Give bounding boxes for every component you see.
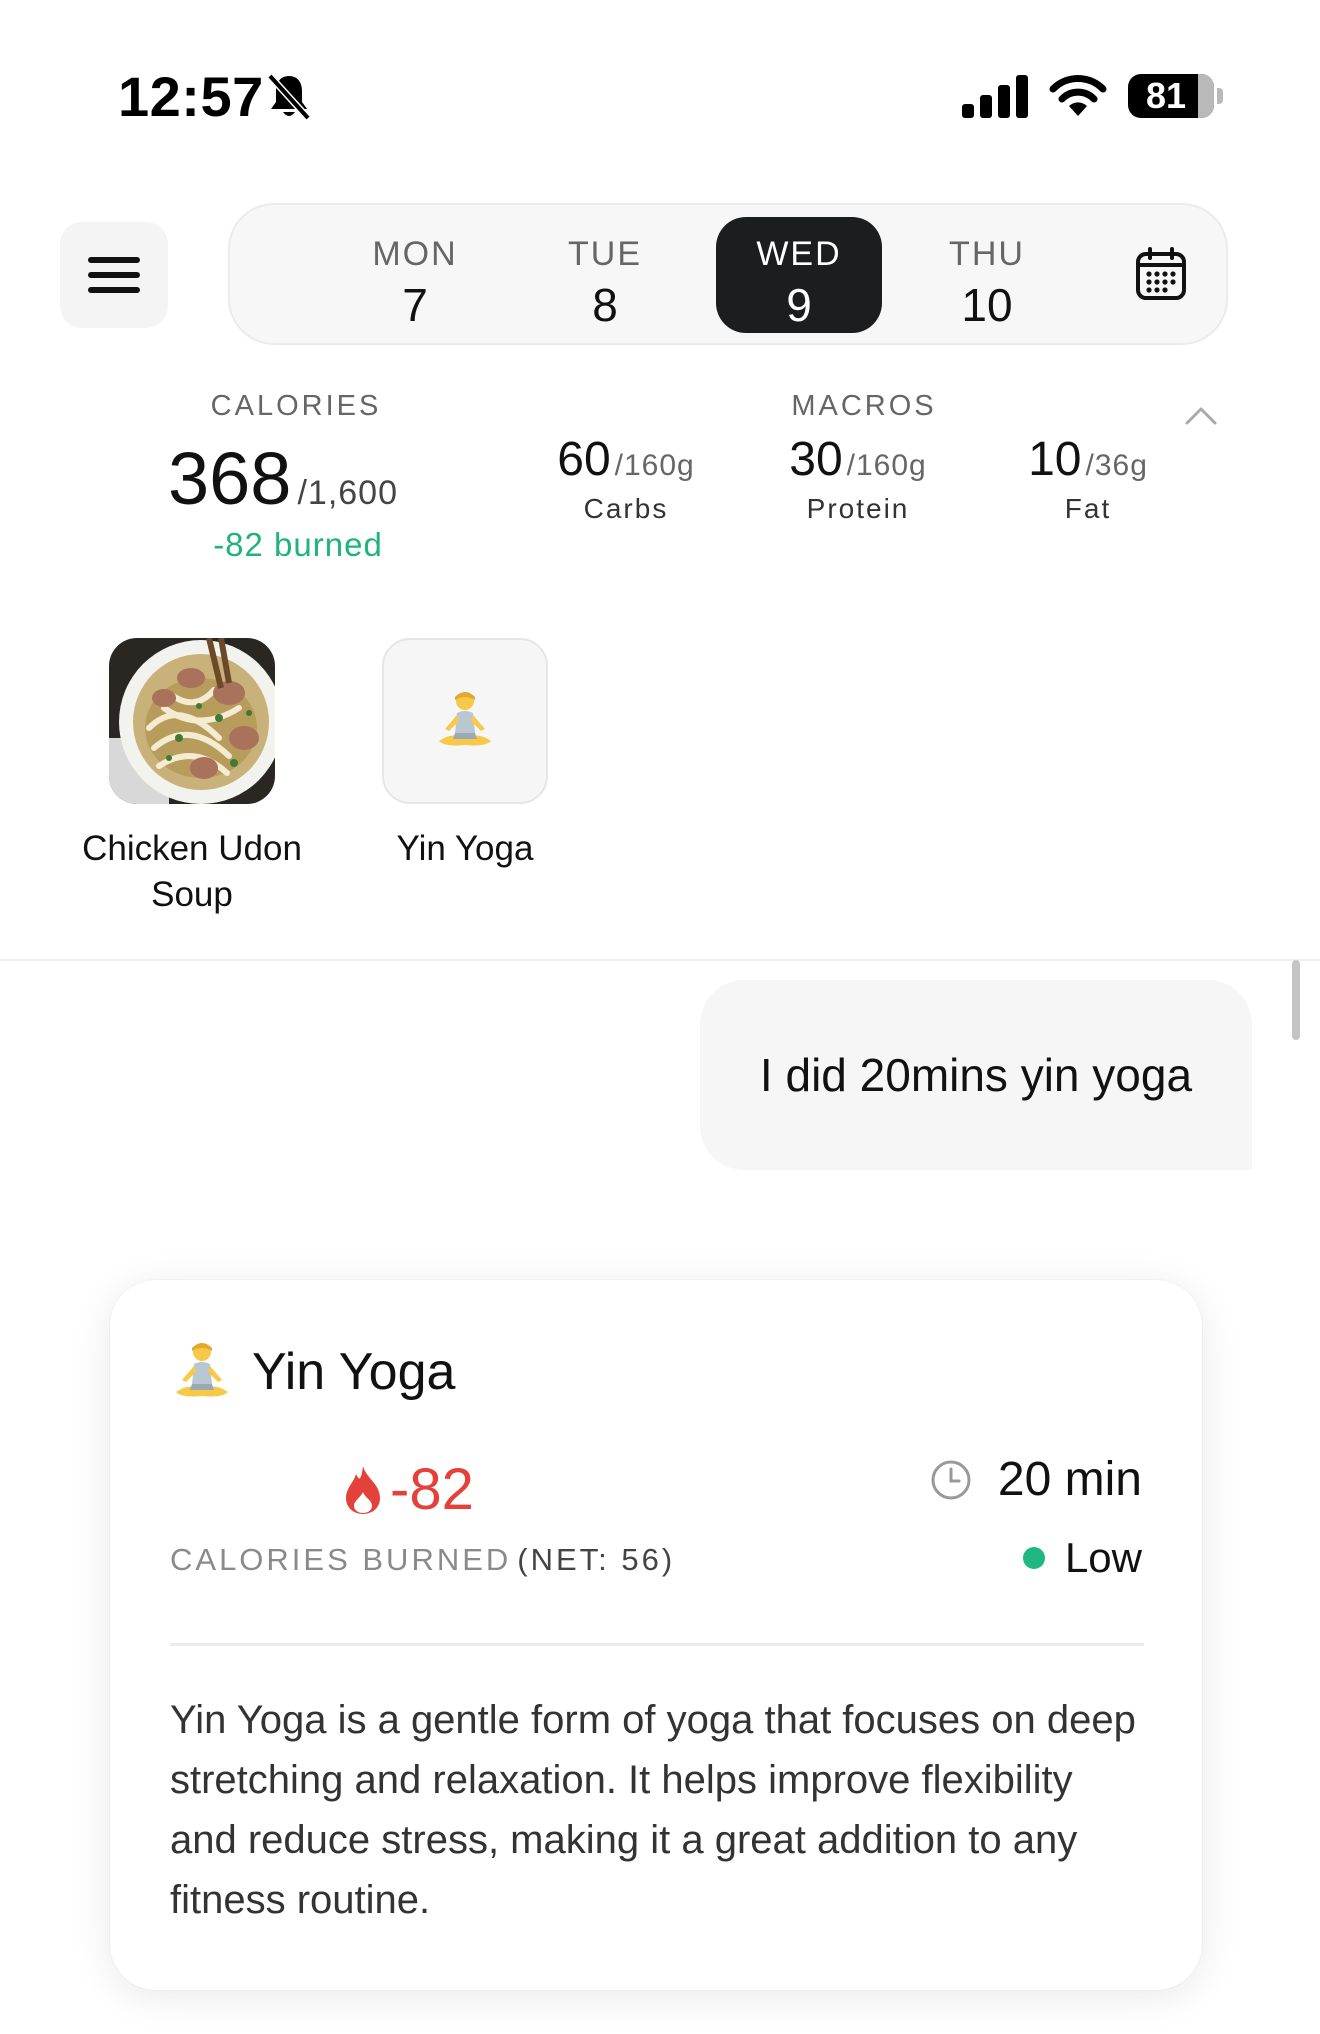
chevron-up-icon[interactable]: [1184, 404, 1218, 426]
macro-carbs: 60/160g Carbs: [526, 432, 726, 525]
macro-goal: /160g: [846, 449, 927, 482]
calories-burned-value: -82: [342, 1456, 474, 1523]
hamburger-menu-icon: [88, 257, 140, 293]
day-selector: MON 7 TUE 8 WED 9 THU 10: [228, 203, 1228, 345]
wifi-icon: [1049, 75, 1107, 116]
macro-goal: /36g: [1085, 449, 1148, 482]
entry-label: Chicken Udon Soup: [82, 829, 302, 914]
calendar-icon[interactable]: [1135, 247, 1187, 301]
section-divider: [0, 959, 1320, 961]
calories-value: 368: [168, 437, 292, 520]
day-mon[interactable]: MON 7: [332, 217, 498, 333]
macros-label: MACROS: [791, 390, 937, 422]
flame-icon: [346, 1465, 380, 1514]
activity-title: Yin Yoga: [252, 1343, 456, 1401]
user-message-text: I did 20mins yin yoga: [759, 1049, 1193, 1101]
entry-label: Yin Yoga: [396, 829, 534, 868]
macro-name: Protein: [806, 493, 910, 524]
macro-fat: 10/36g Fat: [988, 432, 1188, 525]
intensity-dot: [1022, 1547, 1045, 1569]
cellular-signal-icon: [962, 75, 1028, 118]
macro-value: 10: [1028, 433, 1082, 486]
food-photo: [109, 638, 275, 804]
duration-value: 20 min: [997, 1453, 1142, 1506]
day-number: 10: [961, 279, 1013, 331]
day-name: TUE: [568, 235, 642, 273]
activity-intensity: Low: [1022, 1534, 1142, 1582]
daily-summary: CALORIES 368/1,600 -82 burned MACROS 60/…: [0, 380, 1320, 580]
day-number: 7: [402, 279, 428, 331]
day-wed-selected[interactable]: WED 9: [716, 217, 882, 333]
macro-name: Fat: [1064, 493, 1112, 524]
activity-duration: 20 min: [930, 1452, 1142, 1507]
yoga-icon: [382, 638, 548, 804]
day-tue[interactable]: TUE 8: [522, 217, 688, 333]
macro-name: Carbs: [583, 493, 669, 524]
bell-slash-icon: [267, 73, 311, 121]
day-name: WED: [756, 235, 842, 273]
card-title: Yin Yoga: [170, 1340, 455, 1404]
net-calories: (NET: 56): [517, 1542, 676, 1577]
macro-value: 60: [557, 433, 611, 486]
calories-burned: -82 burned: [213, 526, 383, 563]
macro-value: 30: [789, 433, 843, 486]
calories-burned-number: -82: [390, 1457, 474, 1522]
calories-label: CALORIES: [210, 390, 382, 422]
day-name: THU: [949, 235, 1025, 273]
activity-description: Yin Yoga is a gentle form of yoga that f…: [170, 1698, 1136, 1922]
battery-icon: 81: [1128, 74, 1224, 118]
macro-protein: 30/160g Protein: [758, 432, 958, 525]
status-time: 12:57: [118, 65, 264, 128]
calories-burned-caption: CALORIES BURNED (NET: 56): [170, 1542, 675, 1578]
battery-percent: 81: [1145, 75, 1187, 116]
activity-card[interactable]: Yin Yoga -82 CALORIES BURNED (NET: 56) 20…: [110, 1280, 1202, 1990]
day-name: MON: [372, 235, 458, 273]
menu-button[interactable]: [60, 222, 168, 328]
intensity-value: Low: [1064, 1534, 1142, 1581]
status-bar: 12:57 81: [0, 0, 1320, 150]
card-divider: [170, 1643, 1144, 1646]
calories-goal: /1,600: [297, 474, 398, 512]
macro-goal: /160g: [614, 449, 695, 482]
entry-yin-yoga[interactable]: Yin Yoga: [355, 638, 575, 872]
clock-icon: [931, 1460, 971, 1499]
day-number: 9: [786, 279, 812, 331]
day-thu[interactable]: THU 10: [904, 217, 1070, 333]
calories-burned-label: CALORIES BURNED: [170, 1542, 512, 1577]
calories-total: 368/1,600: [168, 436, 398, 521]
entry-chicken-udon-soup[interactable]: Chicken Udon Soup: [82, 638, 302, 918]
scrollbar[interactable]: [1292, 960, 1300, 1040]
user-message-bubble: I did 20mins yin yoga: [700, 980, 1252, 1170]
yoga-icon: [176, 1343, 228, 1397]
day-number: 8: [592, 279, 618, 331]
